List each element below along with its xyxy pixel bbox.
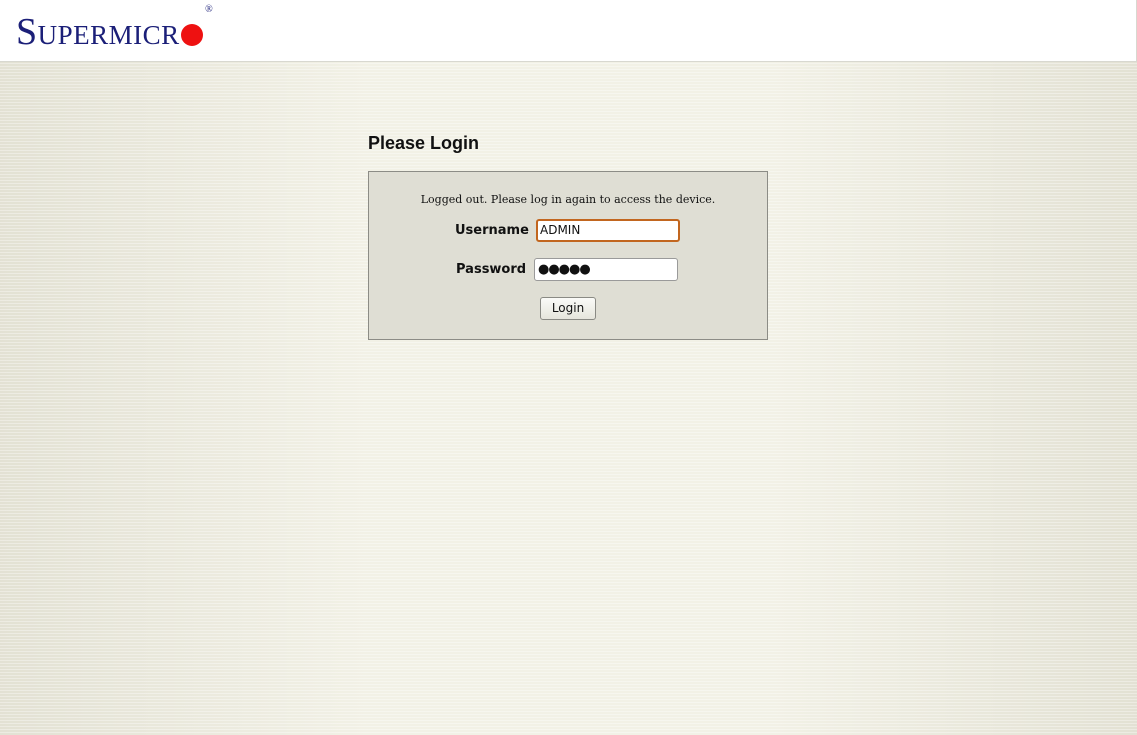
logo-wordmark: SUPERMICR xyxy=(16,12,180,55)
login-button[interactable]: Login xyxy=(540,297,596,320)
login-panel: Logged out. Please log in again to acces… xyxy=(368,171,768,340)
username-field[interactable]: ADMIN xyxy=(536,219,680,242)
logo-red-dot-icon xyxy=(180,24,203,46)
password-label: Password xyxy=(456,262,527,277)
header-bar: SUPERMICR ® xyxy=(0,0,1137,62)
logo-first-letter: S xyxy=(16,11,38,53)
logo-registered-mark: ® xyxy=(205,4,213,15)
username-label: Username xyxy=(455,223,529,238)
page-title: Please Login xyxy=(368,133,480,153)
supermicro-logo: SUPERMICR ® xyxy=(16,4,213,55)
password-field[interactable]: ●●●●● xyxy=(534,258,678,281)
logo-rest-letters: UPERMICR xyxy=(37,20,180,50)
logout-message: Logged out. Please log in again to acces… xyxy=(420,193,716,206)
